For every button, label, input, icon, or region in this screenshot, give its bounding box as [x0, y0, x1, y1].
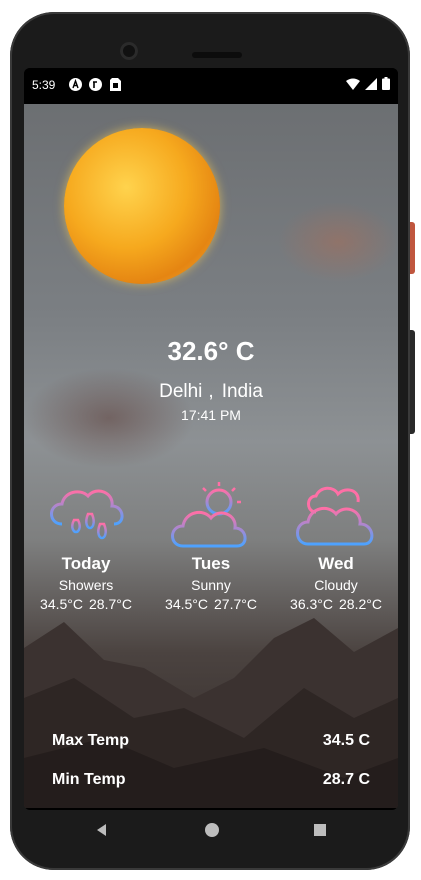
- location: Delhi, India: [24, 381, 398, 403]
- sun-cloud-icon: [171, 482, 247, 548]
- forecast-condition: Cloudy: [314, 577, 358, 593]
- power-button[interactable]: [410, 222, 415, 274]
- sun-image: [64, 128, 220, 284]
- forecast-temps: 34.5°C 27.7°C: [149, 596, 273, 612]
- volume-button[interactable]: [410, 330, 415, 434]
- forecast-max: 36.3°C: [290, 596, 333, 612]
- status-time: 5:39: [32, 78, 56, 92]
- weather-app: 32.6° C Delhi, India 17:41 PM Today Showe…: [24, 104, 398, 808]
- navigation-bar: [24, 810, 398, 854]
- screen: 5:39 32.6° C Delhi , India 17:41 PM Toda…: [24, 68, 398, 810]
- forecast-min: 27.7°C: [214, 596, 257, 612]
- forecast-condition: Showers: [58, 577, 114, 593]
- current-temperature: 32.6° C: [167, 336, 255, 366]
- status-icons-left: [68, 77, 122, 91]
- home-icon[interactable]: [204, 822, 220, 843]
- current-time: 17:41 PM: [181, 407, 241, 423]
- rain-cloud-icon: [50, 489, 124, 540]
- max-temp-value: 34.5 C: [322, 732, 370, 749]
- front-camera: [120, 42, 138, 60]
- min-temp-value: 28.7 C: [322, 771, 370, 788]
- forecast-day-label: Tues: [191, 554, 231, 573]
- city-name: Delhi: [159, 381, 203, 402]
- earpiece-speaker: [192, 52, 242, 58]
- forecast-temps: 34.5°C 28.7°C: [24, 596, 148, 612]
- app-notification-icon: [88, 77, 102, 91]
- country-name: India: [221, 381, 263, 402]
- phone-top-bezel: [10, 12, 410, 72]
- forecast-day-label: Wed: [318, 554, 354, 573]
- forecast-condition: Sunny: [191, 577, 231, 593]
- forecast-day-tues: Tues Sunny 34.5°C 27.7°C: [149, 480, 273, 612]
- background-cloud: [278, 202, 398, 282]
- back-icon[interactable]: [94, 822, 110, 843]
- signal-icon: [365, 77, 377, 93]
- status-icons-right: [346, 77, 390, 93]
- forecast-temps: 36.3°C 28.2°C: [274, 596, 398, 612]
- forecast-min: 28.2°C: [339, 596, 382, 612]
- location-separator: ,: [208, 381, 214, 402]
- sim-card-icon: [108, 77, 122, 91]
- status-bar: 5:39: [24, 68, 398, 104]
- forecast-day-today: Today Showers 34.5°C 28.7°C: [24, 480, 148, 612]
- wifi-icon: [346, 78, 360, 93]
- forecast-max: 34.5°C: [40, 596, 83, 612]
- max-temp-label: Max Temp: [52, 732, 130, 749]
- battery-icon: [382, 77, 390, 93]
- recents-icon[interactable]: [312, 822, 328, 843]
- forecast-day-wed: Wed Cloudy 36.3°C 28.2°C: [274, 480, 398, 612]
- cloudy-icon: [296, 486, 374, 546]
- forecast-min: 28.7°C: [89, 596, 132, 612]
- forecast-max: 34.5°C: [165, 596, 208, 612]
- forecast-day-label: Today: [61, 554, 111, 573]
- min-temp-label: Min Temp: [52, 771, 126, 788]
- accessibility-icon: [68, 77, 82, 91]
